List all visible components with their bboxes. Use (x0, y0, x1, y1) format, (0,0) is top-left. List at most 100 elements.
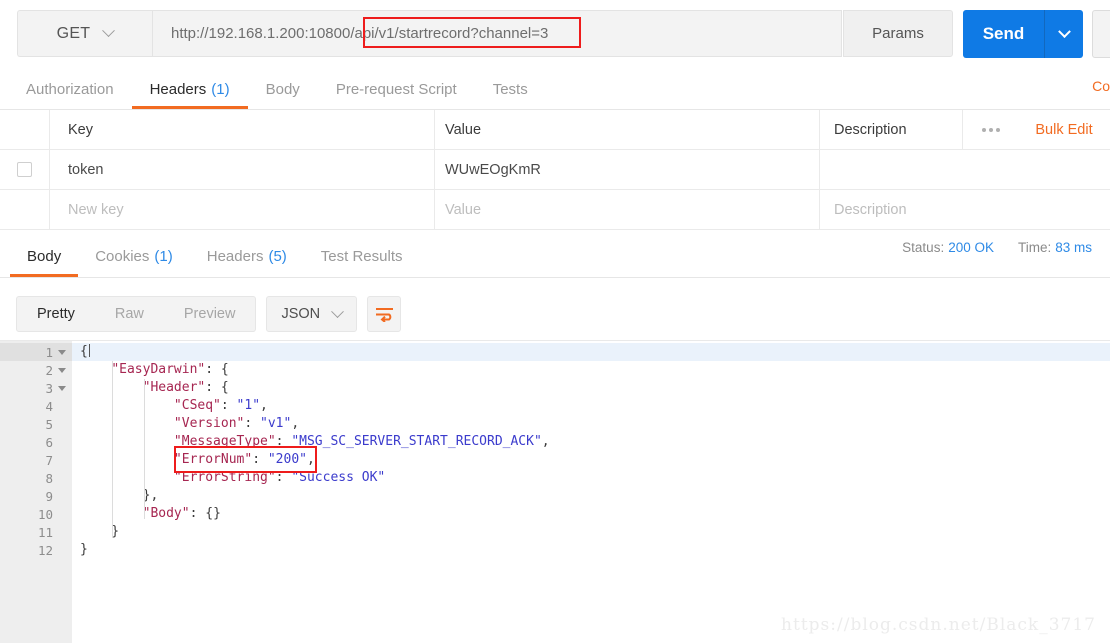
tab-label: Tests (492, 80, 528, 98)
json-punct: { (80, 344, 88, 359)
json-key: "Body" (142, 506, 190, 521)
row-checkbox[interactable] (17, 162, 32, 177)
code-line: }, (72, 487, 1110, 505)
json-punct: : (275, 470, 292, 485)
column-header-description: Description (820, 110, 962, 149)
response-view-toolbar: Pretty Raw Preview JSON (0, 288, 1110, 340)
view-mode-pretty[interactable]: Pretty (17, 297, 95, 331)
row-checkbox-cell[interactable] (0, 150, 50, 189)
code-line: "Header": { (72, 379, 1110, 397)
save-button[interactable] (1092, 10, 1110, 58)
new-description-placeholder: Description (834, 201, 907, 218)
line-number: 6 (45, 434, 53, 450)
json-punct: , (291, 416, 300, 431)
tab-headers[interactable]: Headers (1) (132, 69, 248, 109)
json-key: "CSeq" (173, 398, 221, 413)
json-punct: , (260, 398, 268, 413)
code-line: "EasyDarwin": { (72, 361, 1110, 379)
json-string: "1" (236, 398, 261, 413)
json-punct: } (80, 542, 88, 557)
json-punct: } (80, 524, 120, 539)
tab-authorization[interactable]: Authorization (8, 69, 132, 109)
header-description-cell[interactable] (820, 150, 1110, 189)
time-label: Time: (1017, 240, 1052, 255)
line-number-gutter: 1 2 3 4 5 6 7 8 9 10 11 12 (0, 341, 72, 643)
json-string: "MSG_SC_SERVER_START_RECORD_ACK" (291, 434, 542, 449)
header-key-text: token (68, 161, 104, 178)
params-button[interactable]: Params (843, 10, 953, 57)
tab-count: (1) (154, 247, 173, 265)
json-code-content[interactable]: { "EasyDarwin": { "Header": { "CSeq": "1… (72, 341, 1110, 643)
response-tab-cookies[interactable]: Cookies (1) (78, 235, 190, 277)
tab-label: Headers (206, 247, 264, 265)
tab-body[interactable]: Body (248, 69, 318, 109)
tab-label: Authorization (26, 80, 114, 98)
new-value-placeholder: Value (445, 201, 482, 218)
json-punct: : { (205, 362, 229, 377)
indent-guide (112, 361, 113, 537)
json-punct (80, 416, 174, 431)
code-link[interactable]: Co (1092, 78, 1110, 94)
table-row-new[interactable]: New key Value Description (0, 190, 1110, 230)
time-badge: Time: 83 ms (1018, 240, 1092, 255)
line-number: 7 (45, 452, 53, 468)
http-method-selector[interactable]: GET (17, 10, 152, 57)
new-description-input[interactable]: Description (820, 190, 1110, 229)
request-tabs: Authorization Headers (1) Body Pre-reque… (0, 70, 1110, 110)
tab-label: Body (265, 80, 300, 98)
ellipsis-icon (981, 127, 1000, 132)
response-meta: Status: 200 OK Time: 83 ms (902, 240, 1092, 255)
line-number: 4 (45, 398, 53, 414)
word-wrap-icon (375, 307, 393, 322)
chevron-down-icon (102, 24, 116, 38)
json-punct (80, 398, 174, 413)
params-label: Params (872, 25, 924, 42)
response-body-viewer[interactable]: 1 2 3 4 5 6 7 8 9 10 11 12 { "EasyDarwin": { "Heade… (0, 340, 1110, 643)
header-value-cell[interactable]: WUwEOgKmR (435, 150, 820, 189)
response-format-selector[interactable]: JSON (266, 296, 358, 332)
view-mode-preview[interactable]: Preview (164, 297, 256, 331)
header-key-cell[interactable]: token (50, 150, 435, 189)
fold-arrow-icon[interactable] (58, 385, 66, 391)
line-number: 9 (45, 488, 53, 504)
request-url-bar: GET http://192.168.1.200:10800/api/v1/st… (0, 0, 1110, 66)
more-options-button[interactable] (962, 110, 1018, 149)
json-punct (80, 362, 111, 377)
json-punct: }, (80, 488, 159, 503)
tab-tests[interactable]: Tests (475, 69, 546, 109)
code-line: "Version": "v1", (72, 415, 1110, 433)
response-tab-headers[interactable]: Headers (5) (190, 235, 304, 277)
new-value-input[interactable]: Value (435, 190, 820, 229)
json-punct: , (307, 452, 315, 467)
response-tab-test-results[interactable]: Test Results (304, 235, 420, 277)
header-value-text: WUwEOgKmR (445, 161, 541, 178)
view-mode-raw[interactable]: Raw (95, 297, 164, 331)
json-punct: : {} (189, 506, 221, 521)
json-key: "ErrorNum" (173, 452, 253, 467)
code-line: "ErrorString": "Success OK" (72, 469, 1110, 487)
json-punct: : (275, 434, 292, 449)
json-punct: : (244, 416, 261, 431)
bulk-edit-button[interactable]: Bulk Edit (1018, 122, 1110, 138)
new-key-placeholder: New key (68, 201, 124, 218)
table-row[interactable]: token WUwEOgKmR (0, 150, 1110, 190)
code-line: "CSeq": "1", (72, 397, 1110, 415)
time-value: 83 ms (1055, 240, 1092, 255)
line-number: 12 (37, 542, 53, 558)
url-input[interactable]: http://192.168.1.200:10800/api/v1/startr… (152, 10, 842, 57)
word-wrap-toggle[interactable] (367, 296, 402, 332)
send-button[interactable]: Send (963, 10, 1083, 58)
fold-arrow-icon[interactable] (58, 349, 66, 355)
chevron-down-icon (331, 304, 345, 318)
new-key-input[interactable]: New key (50, 190, 435, 229)
send-options-chevron-icon[interactable] (1045, 24, 1083, 39)
json-punct (80, 434, 174, 449)
tab-pre-request-script[interactable]: Pre-request Script (318, 69, 475, 109)
line-number: 1 (0, 343, 72, 361)
status-value: 200 OK (948, 240, 994, 255)
fold-arrow-icon[interactable] (58, 367, 66, 373)
send-label: Send (963, 10, 1045, 58)
json-key: "MessageType" (173, 434, 276, 449)
json-key: "EasyDarwin" (111, 362, 206, 377)
response-tab-body[interactable]: Body (10, 235, 78, 277)
